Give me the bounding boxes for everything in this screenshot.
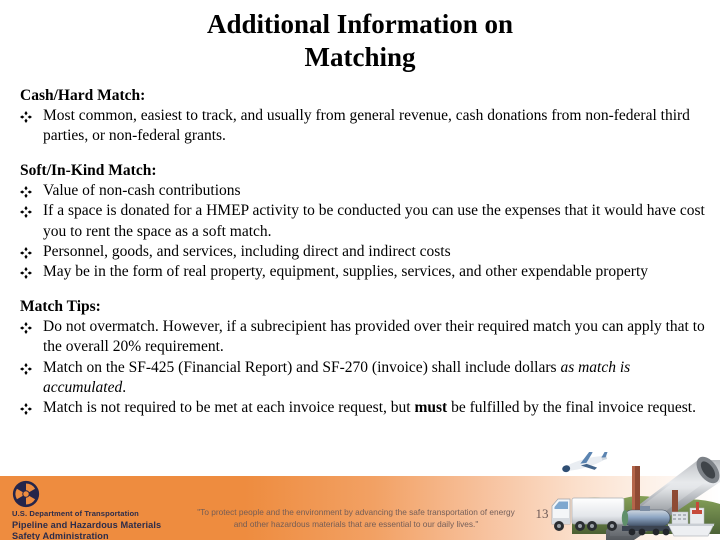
mission-statement-line-2: and other hazardous materials that are e… [233,519,479,529]
slide-canvas: Additional Information on Matching Cash/… [0,0,720,540]
section-match-tips: Match Tips: Do not overmatch. However, i… [0,297,720,419]
transportation-collage-image [548,452,720,540]
page-title-line-2: Matching [304,42,416,72]
diamond-cluster-bullet-icon [20,201,36,221]
list-item-text: Most common, easiest to track, and usual… [43,107,690,145]
diamond-cluster-bullet-icon [20,106,36,126]
list-item-text: Match on the SF-425 (Financial Report) a… [43,358,631,397]
agency-name: U.S. Department of Transportation [12,509,139,518]
administration-name: Pipeline and Hazardous Materials Safety … [12,520,161,540]
bullet-list: Do not overmatch. However, if a subrecip… [0,317,720,419]
administration-name-line-1: Pipeline and Hazardous Materials [12,520,162,530]
list-item-text: Do not overmatch. However, if a subrecip… [43,317,705,356]
list-item: May be in the form of real property, equ… [0,262,720,282]
section-soft-in-kind-match: Soft/In-Kind Match: Value of non-cash co… [0,161,720,283]
mission-statement-line-1: "To protect people and the environment b… [197,507,515,517]
page-title: Additional Information on Matching [0,8,720,74]
list-item-text: May be in the form of real property, equ… [43,263,649,281]
list-item: Do not overmatch. However, if a subrecip… [0,317,720,358]
section-heading: Soft/In-Kind Match: [20,161,157,179]
slide-body: Cash/Hard Match: Most common, easiest to… [0,86,720,419]
diamond-cluster-bullet-icon [20,398,36,418]
page-title-line-1: Additional Information on [206,9,514,39]
section-heading: Cash/Hard Match: [20,87,146,104]
list-item: Personnel, goods, and services, includin… [0,242,720,262]
diamond-cluster-bullet-icon [20,262,36,282]
bullet-list: Value of non-cash contributions If a spa… [0,181,720,283]
list-item: Match is not required to be met at each … [0,398,720,418]
administration-name-line-2: Safety Administration [12,531,109,540]
list-item: If a space is donated for a HMEP activit… [0,201,720,242]
list-item: Value of non-cash contributions [0,181,720,201]
dot-triskelion-logo-icon [12,480,40,508]
diamond-cluster-bullet-icon [20,242,36,262]
list-item-text: If a space is donated for a HMEP activit… [43,202,705,240]
section-cash-hard-match: Cash/Hard Match: Most common, easiest to… [0,86,720,147]
diamond-cluster-bullet-icon [20,358,36,378]
diamond-cluster-bullet-icon [20,317,36,337]
list-item-text: Value of non-cash contributions [43,181,241,199]
mission-statement: "To protect people and the environment b… [186,506,526,530]
list-item-text: Personnel, goods, and services, includin… [43,243,451,261]
bullet-list: Most common, easiest to track, and usual… [0,106,720,147]
list-item-text: Match is not required to be met at each … [43,399,696,417]
list-item: Most common, easiest to track, and usual… [0,106,720,147]
diamond-cluster-bullet-icon [20,181,36,201]
list-item: Match on the SF-425 (Financial Report) a… [0,358,720,399]
section-heading: Match Tips: [20,297,101,315]
